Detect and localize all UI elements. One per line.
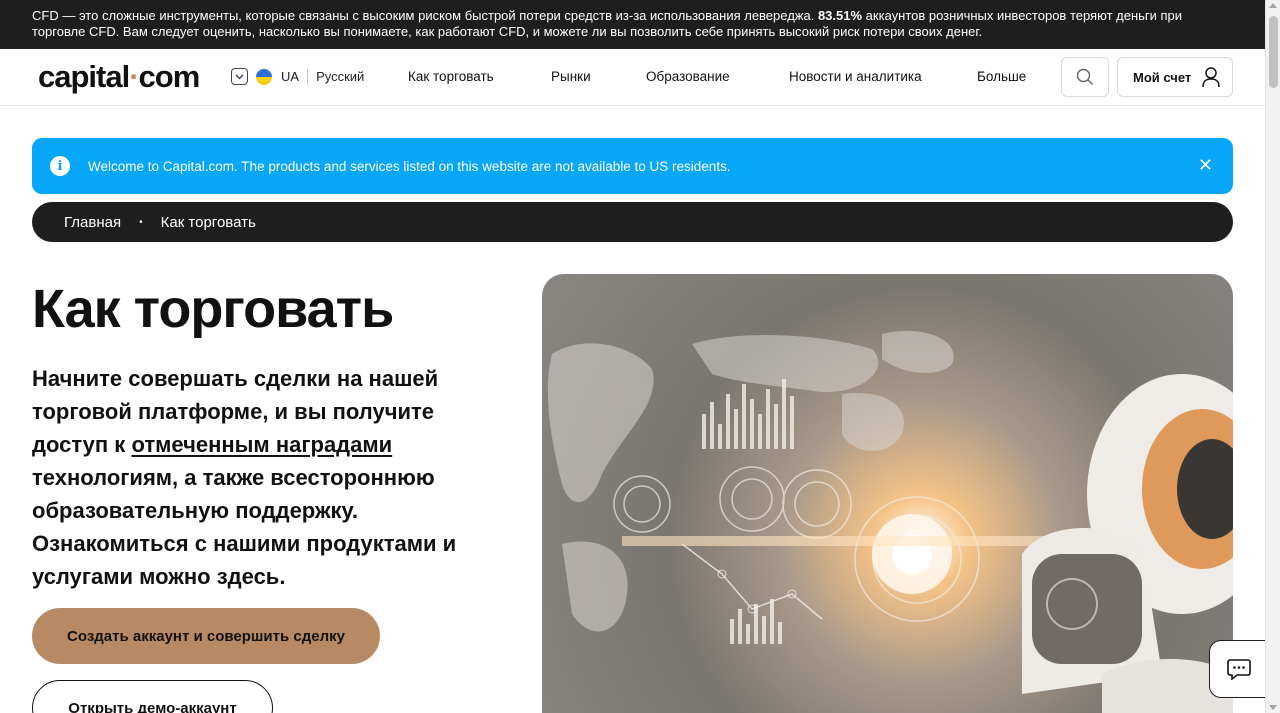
search-button[interactable] — [1061, 57, 1109, 97]
close-icon[interactable]: ✕ — [1198, 155, 1213, 176]
capital-com-logo[interactable]: capital·com — [38, 59, 201, 95]
notice-text: Welcome to Capital.com. The products and… — [88, 158, 731, 174]
us-residents-notice: i Welcome to Capital.com. The products a… — [32, 138, 1233, 194]
page-scrollbar[interactable] — [1265, 0, 1280, 713]
nav-education[interactable]: Образование — [646, 69, 730, 84]
ukraine-flag-icon — [256, 68, 272, 85]
nav-markets[interactable]: Рынки — [551, 69, 591, 84]
language-selector[interactable]: UA Русский — [231, 68, 364, 85]
chevron-down-icon[interactable] — [231, 68, 248, 85]
breadcrumb-home[interactable]: Главная — [64, 214, 121, 231]
chat-icon — [1227, 659, 1251, 680]
user-icon — [1202, 67, 1220, 88]
chat-button[interactable] — [1209, 640, 1269, 698]
region-code: UA — [281, 69, 300, 84]
page-title: Как торговать — [32, 279, 394, 339]
awards-link[interactable]: отмеченным наградами — [131, 432, 392, 457]
nav-news-analysis[interactable]: Новости и аналитика — [789, 69, 922, 84]
info-icon: i — [50, 156, 70, 176]
nav-how-to-trade[interactable]: Как торговать — [408, 69, 494, 84]
scrollbar-thumb[interactable] — [1269, 16, 1278, 88]
create-account-button[interactable]: Создать аккаунт и совершить сделку — [32, 608, 380, 664]
risk-text-before: CFD — это сложные инструменты, которые с… — [32, 8, 818, 23]
lead-end: технологиям, а также всестороннюю образо… — [32, 465, 457, 589]
risk-percent: 83.51% — [817, 8, 863, 23]
breadcrumb-current: Как торговать — [160, 213, 256, 231]
breadcrumb: Главная • Как торговать — [32, 202, 1233, 242]
logo-dot: · — [129, 59, 139, 94]
my-account-button[interactable]: Мой счет — [1117, 57, 1233, 97]
hero-lead-text: Начните совершать сделки на нашей торгов… — [32, 362, 502, 593]
logo-text-left: capital — [38, 59, 130, 94]
hero-robot-image — [542, 274, 1233, 713]
scroll-up-arrow-icon[interactable] — [1269, 3, 1277, 8]
my-account-label: Мой счет — [1133, 69, 1192, 85]
logo-text-right: com — [138, 59, 201, 94]
divider — [307, 68, 309, 85]
breadcrumb-separator: • — [139, 216, 143, 228]
search-icon — [1076, 68, 1093, 85]
scroll-down-arrow-icon[interactable] — [1269, 705, 1277, 710]
open-demo-button[interactable]: Открыть демо-аккаунт — [32, 680, 273, 713]
language-label: Русский — [316, 69, 365, 84]
risk-warning-banner: CFD — это сложные инструменты, которые с… — [0, 0, 1265, 49]
nav-more[interactable]: Больше — [977, 69, 1026, 84]
site-header: capital·com UA Русский Как торговать Рын… — [0, 49, 1265, 106]
